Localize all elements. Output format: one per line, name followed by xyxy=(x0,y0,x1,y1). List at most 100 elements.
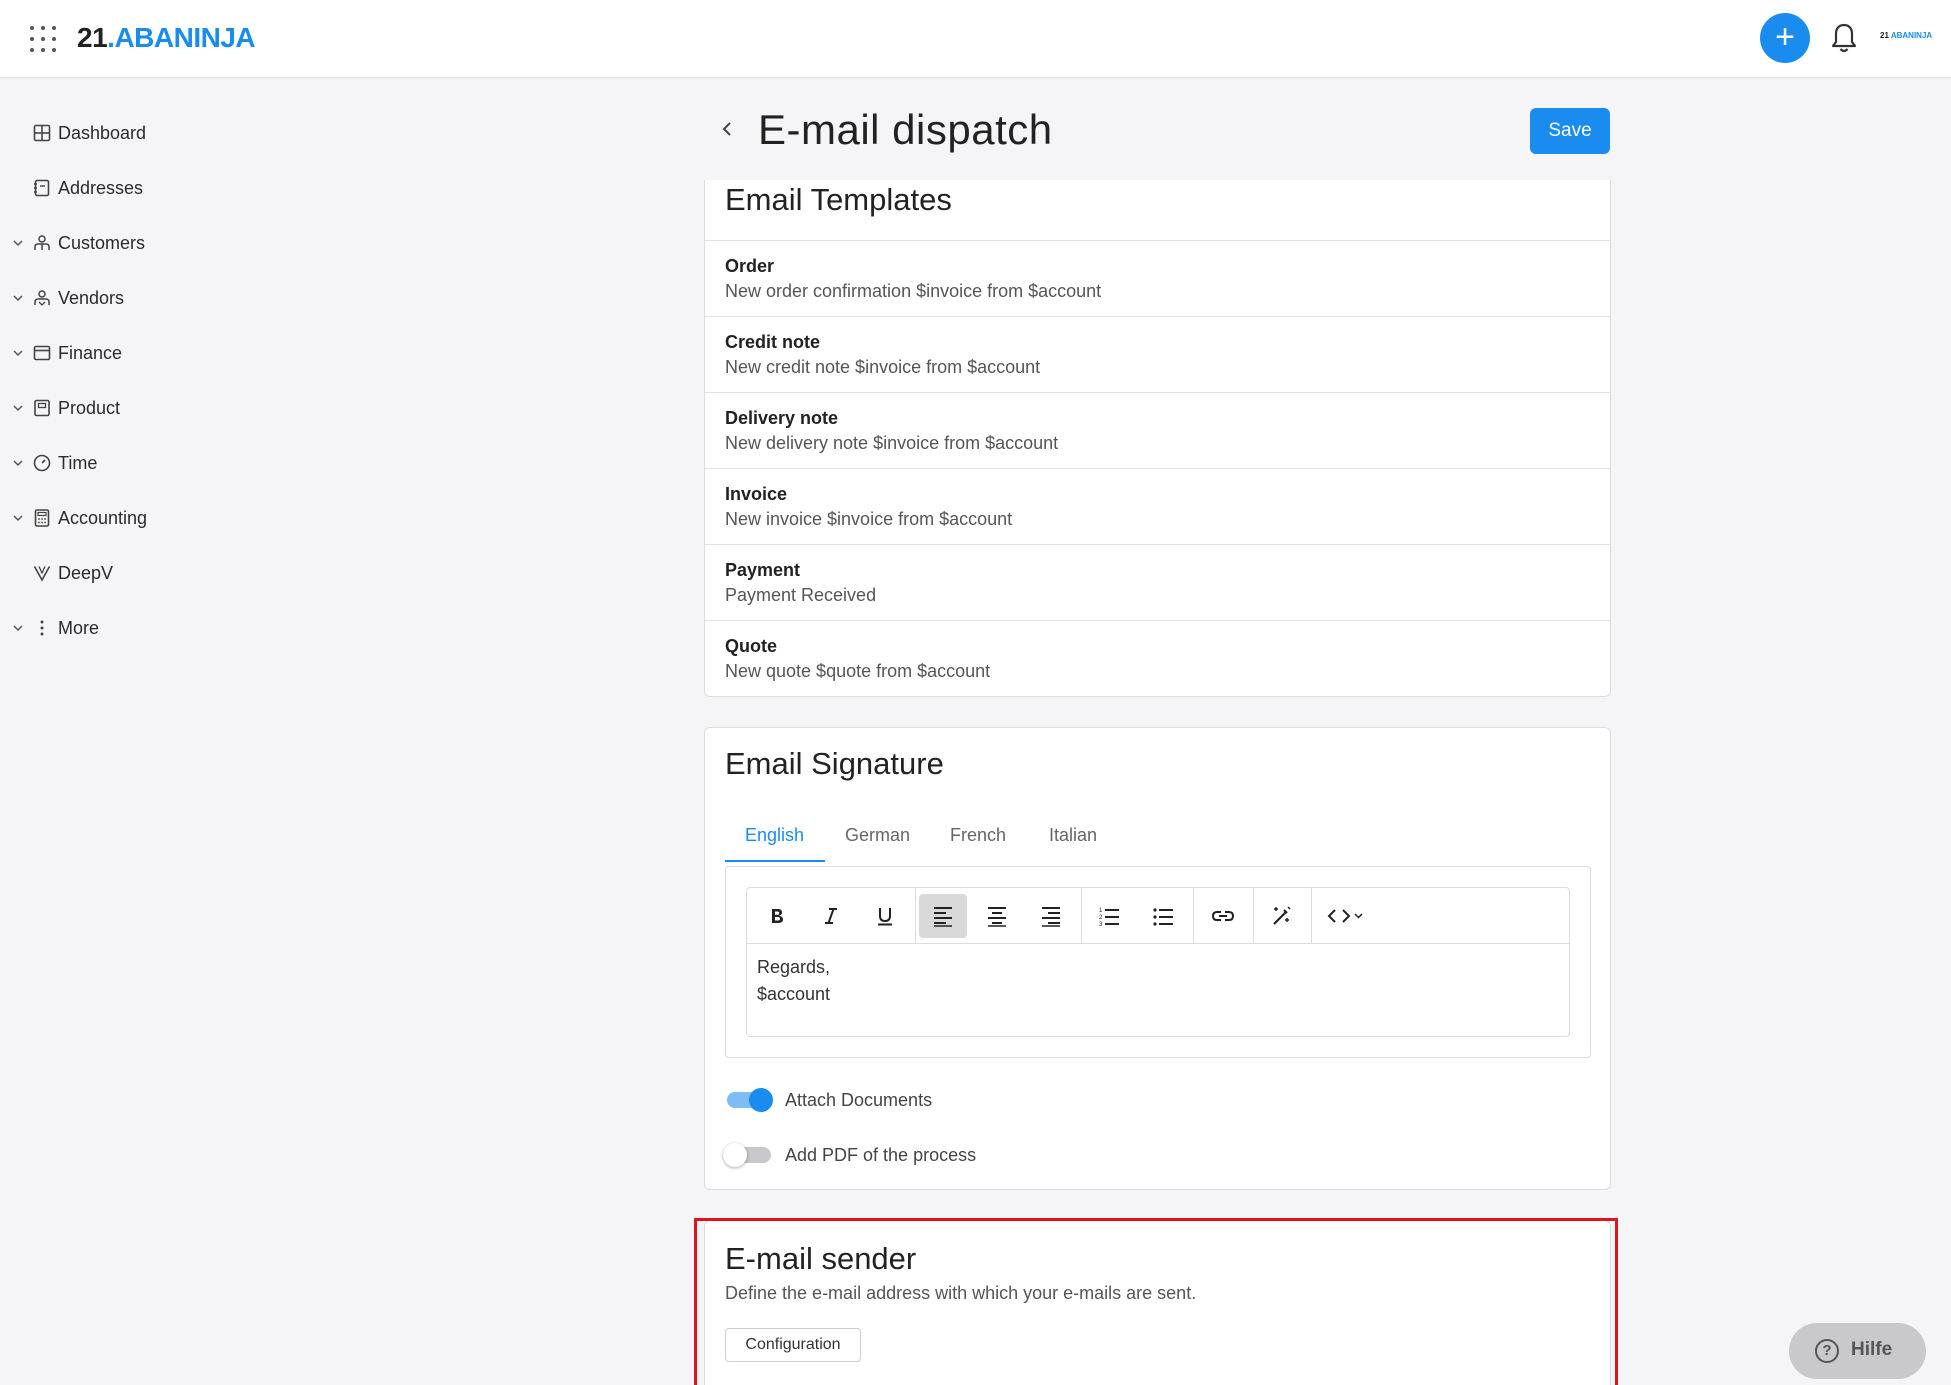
signature-editor-wrapper: 123 Regards, $account xyxy=(725,866,1591,1058)
chevron-down-icon xyxy=(13,350,23,357)
vendors-icon xyxy=(34,290,50,306)
svg-text:1: 1 xyxy=(1099,908,1103,914)
email-sender-card: E-mail sender Define the e-mail address … xyxy=(704,1220,1611,1385)
italic-icon[interactable] xyxy=(807,894,855,938)
bell-icon[interactable] xyxy=(1830,22,1858,54)
underline-icon[interactable] xyxy=(861,894,909,938)
sidebar-item-label: Finance xyxy=(58,342,123,363)
help-question-icon: ? xyxy=(1815,1339,1839,1363)
sidebar-item-finance[interactable]: Finance xyxy=(0,333,280,373)
add-pdf-label: Add PDF of the process xyxy=(785,1144,977,1165)
sidebar-item-addresses[interactable]: Addresses xyxy=(0,168,280,208)
email-templates-title: Email Templates xyxy=(725,182,952,217)
back-chevron-icon[interactable] xyxy=(716,118,738,140)
template-row-invoice[interactable]: Invoice New invoice $invoice from $accou… xyxy=(705,468,1610,544)
address-book-icon xyxy=(34,179,50,197)
sidebar-item-more[interactable]: More xyxy=(0,608,280,648)
apps-grid-icon[interactable] xyxy=(30,26,56,52)
more-vertical-icon xyxy=(40,620,44,636)
sidebar-item-vendors[interactable]: Vendors xyxy=(0,278,280,318)
bullet-list-icon[interactable] xyxy=(1139,894,1187,938)
email-templates-card: Email Templates Order New order confirma… xyxy=(704,180,1611,697)
toolbar-separator xyxy=(1253,888,1254,944)
page-title: E-mail dispatch xyxy=(758,106,1053,153)
sidebar-item-label: Vendors xyxy=(58,287,125,308)
create-new-button[interactable]: + xyxy=(1760,13,1810,63)
template-title: Quote xyxy=(725,636,777,656)
template-row-quote[interactable]: Quote New quote $quote from $account xyxy=(705,620,1610,696)
sidebar-item-time[interactable]: Time xyxy=(0,443,280,483)
template-subject: New invoice $invoice from $account xyxy=(725,509,1013,529)
email-signature-card: Email Signature English German French It… xyxy=(704,727,1611,1190)
signature-line: $account xyxy=(757,984,831,1004)
help-label: Hilfe xyxy=(1851,1339,1893,1360)
chevron-down-icon xyxy=(13,240,23,247)
sidebar: Dashboard Addresses Customers Vendors Fi… xyxy=(0,78,300,1385)
help-button[interactable]: ? Hilfe xyxy=(1789,1323,1926,1379)
signature-editor-content[interactable]: Regards, $account xyxy=(757,954,830,1008)
editor-toolbar: 123 xyxy=(747,888,1569,944)
configuration-button[interactable]: Configuration xyxy=(725,1328,861,1362)
account-logo-brand: ABANINJA xyxy=(1890,31,1933,40)
signature-line: Regards, xyxy=(757,957,831,977)
sidebar-item-label: Addresses xyxy=(58,177,144,198)
chevron-down-icon xyxy=(13,625,23,632)
chevron-down-icon xyxy=(13,515,23,522)
app-logo[interactable]: 21. ABANINJA xyxy=(77,20,256,56)
template-subject: New quote $quote from $account xyxy=(725,661,991,681)
clear-format-icon[interactable] xyxy=(1257,894,1305,938)
bold-icon[interactable] xyxy=(753,894,801,938)
account-logo-number: 21 xyxy=(1880,31,1889,40)
sidebar-item-label: Accounting xyxy=(58,507,148,528)
signature-editor: 123 Regards, $account xyxy=(746,887,1570,1037)
toolbar-separator xyxy=(1081,888,1082,944)
template-row-order[interactable]: Order New order confirmation $invoice fr… xyxy=(705,240,1610,316)
sidebar-item-label: Dashboard xyxy=(58,122,147,143)
tab-italian[interactable]: Italian xyxy=(1049,808,1097,862)
align-center-icon[interactable] xyxy=(973,894,1021,938)
tab-english[interactable]: English xyxy=(725,808,825,862)
ordered-list-icon[interactable]: 123 xyxy=(1085,894,1133,938)
template-title: Delivery note xyxy=(725,408,839,428)
sidebar-item-dashboard[interactable]: Dashboard xyxy=(0,113,280,153)
customers-icon xyxy=(34,235,50,250)
finance-icon xyxy=(33,345,51,361)
template-subject: New credit note $invoice from $account xyxy=(725,357,1041,377)
clock-icon xyxy=(33,454,51,472)
chevron-down-icon xyxy=(13,295,23,302)
toolbar-separator xyxy=(1311,888,1312,944)
add-pdf-toggle[interactable] xyxy=(723,1143,773,1167)
align-left-icon[interactable] xyxy=(919,894,967,938)
svg-text:2: 2 xyxy=(1099,915,1103,921)
language-tabs: English German French Italian xyxy=(725,808,1589,862)
sidebar-item-deepv[interactable]: DeepV xyxy=(0,553,280,593)
align-right-icon[interactable] xyxy=(1027,894,1075,938)
sidebar-item-product[interactable]: Product xyxy=(0,388,280,428)
account-logo[interactable]: 21 ABANINJA xyxy=(1880,31,1932,40)
deepv-icon xyxy=(33,566,51,582)
attach-documents-toggle[interactable] xyxy=(725,1088,773,1112)
save-button[interactable]: Save xyxy=(1530,108,1610,154)
logo-brand: ABANINJA xyxy=(114,22,256,53)
sidebar-item-accounting[interactable]: Accounting xyxy=(0,498,280,538)
product-icon xyxy=(34,399,50,417)
template-subject: New order confirmation $invoice from $ac… xyxy=(725,281,1102,301)
chevron-down-icon xyxy=(13,460,23,467)
sidebar-item-label: Customers xyxy=(58,232,146,253)
tab-french[interactable]: French xyxy=(950,808,1006,862)
template-row-credit-note[interactable]: Credit note New credit note $invoice fro… xyxy=(705,316,1610,392)
top-bar: 21. ABANINJA + 21 ABANINJA xyxy=(0,0,1951,78)
email-sender-title: E-mail sender xyxy=(725,1241,917,1276)
toolbar-separator xyxy=(1193,888,1194,944)
code-icon[interactable] xyxy=(1319,894,1375,938)
template-subject: Payment Received xyxy=(725,585,877,605)
template-title: Credit note xyxy=(725,332,821,352)
tab-german[interactable]: German xyxy=(845,808,910,862)
sidebar-item-customers[interactable]: Customers xyxy=(0,223,280,263)
template-row-payment[interactable]: Payment Payment Received xyxy=(705,544,1610,620)
dashboard-icon xyxy=(33,124,51,142)
template-row-delivery-note[interactable]: Delivery note New delivery note $invoice… xyxy=(705,392,1610,468)
attach-documents-row: Attach Documents xyxy=(725,1082,1225,1118)
link-icon[interactable] xyxy=(1199,894,1247,938)
page-header: E-mail dispatch Save xyxy=(704,98,1611,168)
